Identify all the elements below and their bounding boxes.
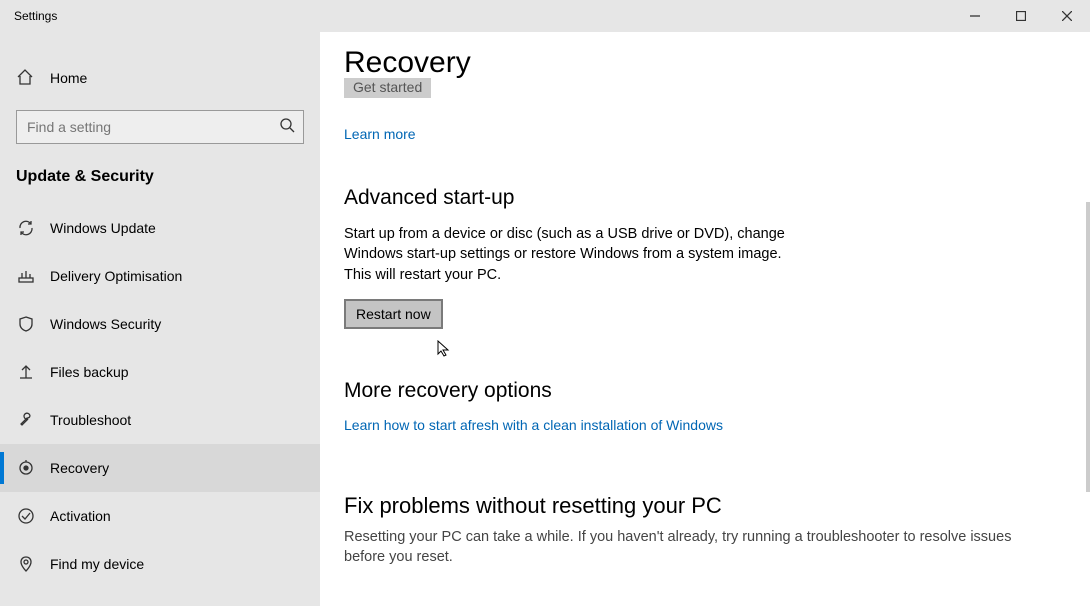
search-icon (279, 117, 295, 138)
sidebar-item-recovery[interactable]: Recovery (0, 444, 320, 492)
sidebar-item-label: Delivery Optimisation (50, 268, 182, 284)
search-input[interactable] (27, 119, 293, 135)
sidebar-item-find-device[interactable]: Find my device (0, 540, 320, 588)
close-icon (1062, 11, 1072, 21)
page-title: Recovery (344, 46, 1066, 80)
restart-now-button[interactable]: Restart now (344, 299, 443, 329)
sidebar-section-title: Update & Security (0, 160, 320, 204)
window-controls (952, 0, 1090, 32)
more-recovery-heading: More recovery options (344, 379, 1066, 403)
sidebar-item-label: Troubleshoot (50, 412, 131, 428)
sidebar-item-label: Recovery (50, 460, 109, 476)
wrench-icon (16, 410, 36, 430)
maximize-icon (1016, 11, 1026, 21)
sidebar-item-backup[interactable]: Files backup (0, 348, 320, 396)
main-content: Recovery Get started Learn more Advanced… (320, 32, 1090, 606)
backup-icon (16, 362, 36, 382)
sidebar-item-label: Windows Security (50, 316, 161, 332)
sidebar-item-windows-update[interactable]: Windows Update (0, 204, 320, 252)
titlebar: Settings (0, 0, 1090, 32)
search-box[interactable] (16, 110, 304, 144)
maximize-button[interactable] (998, 0, 1044, 32)
window-title: Settings (0, 9, 57, 23)
sidebar-home-label: Home (50, 70, 87, 86)
home-icon (16, 68, 36, 88)
delivery-icon (16, 266, 36, 286)
sidebar-item-label: Windows Update (50, 220, 156, 236)
sidebar-item-security[interactable]: Windows Security (0, 300, 320, 348)
sidebar-item-delivery[interactable]: Delivery Optimisation (0, 252, 320, 300)
sidebar-item-label: Find my device (50, 556, 144, 572)
location-icon (16, 554, 36, 574)
advanced-startup-heading: Advanced start-up (344, 186, 1066, 210)
activation-icon (16, 506, 36, 526)
minimize-button[interactable] (952, 0, 998, 32)
sidebar-item-troubleshoot[interactable]: Troubleshoot (0, 396, 320, 444)
minimize-icon (970, 11, 980, 21)
recovery-icon (16, 458, 36, 478)
close-button[interactable] (1044, 0, 1090, 32)
get-started-button[interactable]: Get started (344, 78, 431, 98)
fix-problems-heading: Fix problems without resetting your PC (344, 493, 1066, 519)
shield-icon (16, 314, 36, 334)
sidebar-item-label: Files backup (50, 364, 129, 380)
sidebar-item-activation[interactable]: Activation (0, 492, 320, 540)
sidebar-item-label: Activation (50, 508, 111, 524)
fresh-install-link[interactable]: Learn how to start afresh with a clean i… (344, 417, 723, 433)
sidebar-home[interactable]: Home (0, 56, 320, 100)
fix-problems-body: Resetting your PC can take a while. If y… (344, 527, 1024, 568)
advanced-startup-body: Start up from a device or disc (such as … (344, 224, 794, 285)
sidebar: Home Update & Security Windows Update De… (0, 32, 320, 606)
scrollbar[interactable] (1086, 202, 1090, 492)
sync-icon (16, 218, 36, 238)
learn-more-link[interactable]: Learn more (344, 126, 416, 142)
